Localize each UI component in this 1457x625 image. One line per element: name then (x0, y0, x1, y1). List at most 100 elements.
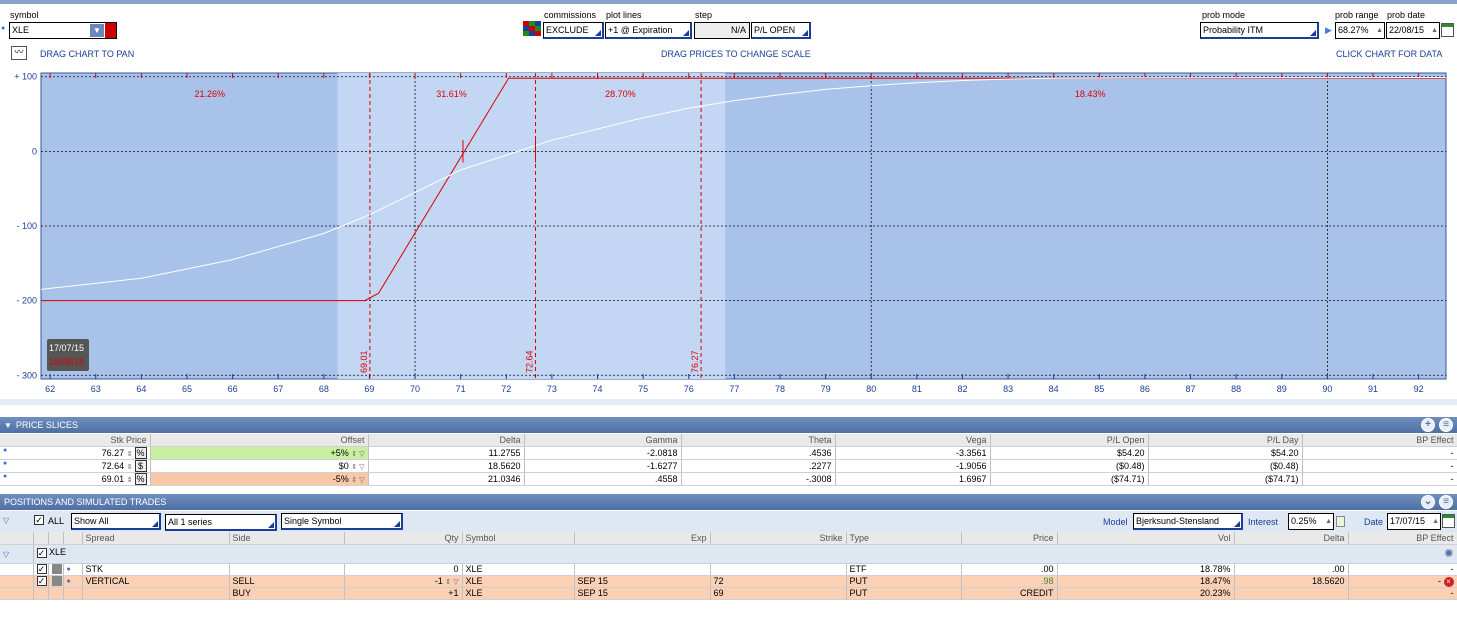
offset-unit-toggle[interactable]: % (134, 472, 147, 484)
spinner-icon[interactable]: ▲▼ (1325, 514, 1332, 529)
price-cell[interactable]: .00 (961, 563, 1058, 576)
position-row[interactable]: ✓ ● STK 0 XLE ETF .00 18.78% .00- (0, 563, 1457, 576)
row-toggle-cell[interactable] (48, 587, 64, 600)
side-cell[interactable] (229, 563, 345, 576)
x-tick-label: 88 (1231, 384, 1241, 394)
stk-price-cell[interactable]: ● 69.01 ⇕% (0, 472, 151, 486)
all-checkbox[interactable]: ✓ (34, 515, 44, 525)
show-all-select[interactable]: Show All (71, 513, 161, 530)
interest-input[interactable]: 0.25% ▲▼ (1288, 513, 1334, 530)
remove-icon[interactable]: × (1443, 576, 1454, 586)
row-checkbox[interactable]: ✓ (36, 564, 47, 574)
row-toggle[interactable] (51, 576, 62, 586)
commissions-select[interactable]: EXCLUDE (543, 22, 604, 39)
spread-cell[interactable]: STK (82, 563, 230, 576)
type-cell[interactable]: PUT (846, 575, 962, 588)
model-label: Model (1103, 517, 1128, 527)
stk-price-cell[interactable]: ● 76.27 ⇕% (0, 446, 151, 460)
symbol-flag-icon[interactable] (105, 23, 116, 38)
price-cell[interactable]: CREDIT (961, 587, 1058, 600)
row-toggle-cell[interactable] (48, 575, 64, 588)
collapse-icon[interactable]: ▽ (3, 516, 9, 525)
exp-cell[interactable] (574, 563, 711, 576)
position-row[interactable]: BUY +1 XLE SEP 15 69 PUT CREDIT 20.23% - (0, 587, 1457, 600)
price-cell[interactable]: .98 (961, 575, 1058, 588)
spinner-icon[interactable]: ▲▼ (1432, 514, 1439, 529)
spinner-icon[interactable]: ▲▼ (1376, 23, 1383, 38)
window-top-strip (0, 0, 1457, 4)
type-cell[interactable]: ETF (846, 563, 962, 576)
positions-header[interactable]: POSITIONS AND SIMULATED TRADES ⌄ ≡ (0, 494, 1457, 510)
row-checkbox[interactable]: ✓ (36, 576, 47, 586)
series-select[interactable]: All 1 series (165, 514, 277, 531)
col-header: Delta (368, 434, 525, 447)
play-icon[interactable]: ▶ (1325, 25, 1332, 36)
stk-price-cell[interactable]: ● 72.64 ⇕ $ (0, 459, 151, 473)
y-tick-label: - 100 (16, 221, 37, 231)
bp-effect-cell: - (1302, 446, 1457, 460)
offset-input[interactable]: -5% ⇕ ▽ (150, 472, 369, 486)
prob-range-input[interactable]: 68.27% ▲▼ (1335, 22, 1385, 39)
dropdown-corner-icon (595, 30, 601, 36)
price-slice-row[interactable]: ● 76.27 ⇕% +5% ⇕ ▽ 11.2755 -2.0818.4536 -3.35… (0, 446, 1457, 460)
spread-cell[interactable] (82, 587, 230, 600)
exp-cell[interactable]: SEP 15 (574, 575, 711, 588)
plot-area[interactable] (40, 72, 1447, 380)
vol-cell: 18.78% (1057, 563, 1235, 576)
color-grid-icon[interactable] (523, 21, 542, 38)
position-row[interactable]: ✓ ● VERTICAL SELL -1 ⇕ ▽ XLE SEP 15 72 PUT .98 18.… (0, 575, 1457, 588)
exp-cell[interactable]: SEP 15 (574, 587, 711, 600)
offset-input[interactable]: $0 ⇕ ▽ (150, 459, 369, 473)
qty-cell[interactable]: +1 (344, 587, 463, 600)
calendar-icon[interactable] (1441, 23, 1454, 37)
price-slices-header[interactable]: ▼ PRICE SLICES + ≡ (0, 417, 1457, 433)
chart-scroll-strip[interactable] (0, 399, 1457, 405)
prob-mode-select[interactable]: Probability ITM (1200, 22, 1319, 39)
strike-cell[interactable]: 72 (710, 575, 847, 588)
row-checkbox-cell[interactable] (33, 587, 49, 600)
group-checkbox[interactable]: ✓ (36, 547, 47, 558)
price-slice-row[interactable]: ● 69.01 ⇕% -5% ⇕ ▽ 21.0346.4558 -.3008 1.6967… (0, 472, 1457, 486)
gear-icon[interactable]: ✺ (1444, 547, 1453, 560)
chart-toggle-icon[interactable]: 〰 (11, 46, 27, 60)
risk-profile-chart[interactable]: + 100 0 - 100 - 200 - 300 62 63 64 65 66 67 68 69 70 7… (0, 67, 1457, 412)
row-checkbox-cell[interactable]: ✓ (33, 563, 49, 576)
menu-icon[interactable]: ≡ (1439, 418, 1453, 432)
add-slice-icon[interactable]: + (1421, 418, 1435, 432)
date-input[interactable]: 17/07/15 ▲▼ (1387, 513, 1441, 530)
calendar-icon[interactable] (1442, 514, 1455, 528)
type-cell[interactable]: PUT (846, 587, 962, 600)
price-slice-row[interactable]: ● 72.64 ⇕ $ $0 ⇕ ▽ 18.5620 -1.6277.2277 -1.905… (0, 459, 1457, 473)
price-slices-header-row: Stk Price Offset Delta Gamma Theta Vega … (0, 434, 1457, 447)
qty-cell[interactable]: 0 (344, 563, 463, 576)
offset-unit-toggle[interactable]: $ (134, 459, 147, 471)
qty-cell[interactable]: -1 ⇕ ▽ (344, 575, 463, 588)
plot-lines-select[interactable]: +1 @ Expiration (605, 22, 692, 39)
row-toggle-cell[interactable] (48, 563, 64, 576)
model-select[interactable]: Bjerksund-Stensland (1133, 513, 1243, 530)
collapse-icon[interactable]: ▼ (4, 418, 12, 434)
offset-unit-toggle[interactable]: % (134, 446, 147, 458)
pl-mode-select[interactable]: P/L OPEN (751, 22, 811, 39)
lock-icon[interactable] (1336, 516, 1345, 527)
spread-cell[interactable]: VERTICAL (82, 575, 230, 588)
collapse-icon[interactable]: ▽ (3, 550, 9, 559)
col-header: Vol (1057, 532, 1235, 545)
symbol-dropdown-icon[interactable]: ▼ (90, 24, 104, 37)
side-cell[interactable]: SELL (229, 575, 345, 588)
symbol-input[interactable]: XLE ▼ (9, 22, 117, 39)
offset-input[interactable]: +5% ⇕ ▽ (150, 446, 369, 460)
delta-cell: 18.5620 (368, 459, 525, 473)
strike-cell[interactable]: 69 (710, 587, 847, 600)
row-toggle[interactable] (51, 564, 62, 574)
symbol-mode-select[interactable]: Single Symbol (281, 513, 403, 530)
menu-icon[interactable]: ≡ (1439, 495, 1453, 509)
prob-date-input[interactable]: 22/08/15 ▲▼ (1386, 22, 1440, 39)
spinner-icon[interactable]: ▲▼ (1431, 23, 1438, 38)
vega-cell: -1.9056 (835, 459, 991, 473)
collapse-all-icon[interactable]: ⌄ (1421, 495, 1435, 509)
row-checkbox-cell[interactable]: ✓ (33, 575, 49, 588)
step-field[interactable]: N/A (694, 22, 750, 39)
strike-cell[interactable] (710, 563, 847, 576)
side-cell[interactable]: BUY (229, 587, 345, 600)
